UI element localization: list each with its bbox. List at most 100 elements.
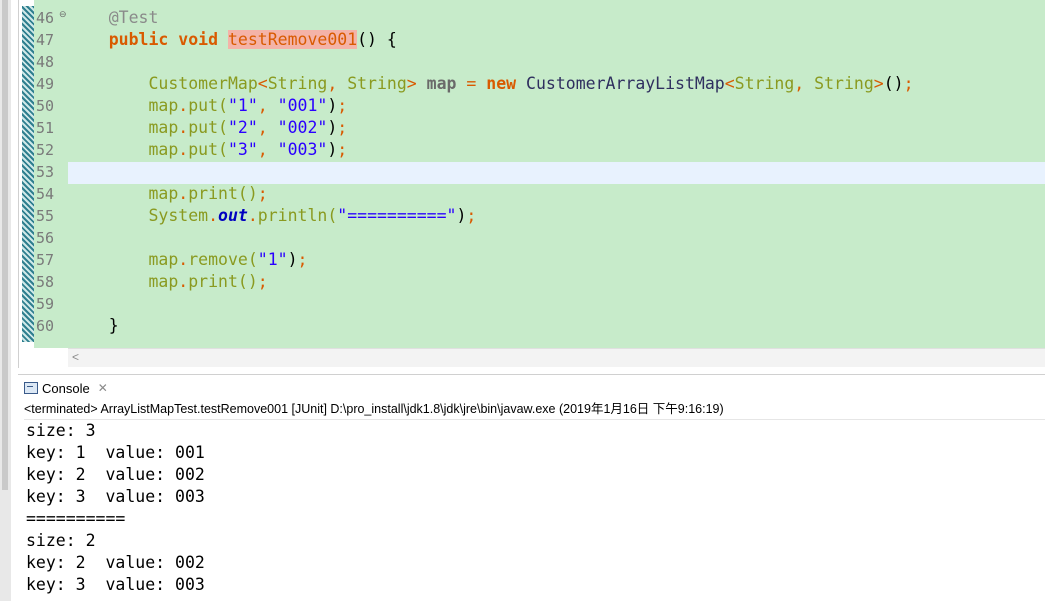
semicolon: ; — [337, 96, 348, 115]
console-output[interactable]: size: 3 key: 1 value: 001 key: 2 value: … — [24, 419, 1045, 602]
outer-scrollbar-thumb[interactable] — [2, 0, 8, 490]
line-number: 59 — [36, 295, 55, 313]
code-line-47: public void testRemove001() { — [69, 29, 397, 51]
semicolon: ; — [466, 206, 477, 225]
type-name: String — [347, 74, 407, 93]
type-name: String — [814, 74, 874, 93]
operator: . — [178, 184, 189, 203]
line-number: 55 — [36, 207, 55, 225]
code-line-58: map.print(); — [69, 271, 268, 293]
tab-console[interactable]: Console ✕ — [24, 378, 108, 398]
line-number: 53 — [36, 163, 55, 181]
method-call: println( — [257, 206, 338, 225]
string-literal: "002" — [277, 118, 328, 137]
operator: . — [208, 206, 219, 225]
line-number: 51 — [36, 119, 55, 137]
string-literal: "001" — [277, 96, 328, 115]
operator: , — [327, 74, 338, 93]
type-name: String — [267, 74, 328, 93]
semicolon: ; — [257, 184, 268, 203]
console-output-line: key: 1 value: 001 — [26, 443, 205, 462]
method-name: testRemove001 — [227, 30, 358, 49]
keyword-public: public — [108, 30, 169, 49]
scroll-left-icon[interactable]: < — [72, 350, 79, 364]
code-line-54: map.print(); — [69, 183, 268, 205]
method-call: print() — [188, 184, 258, 203]
line-number: 57 — [36, 251, 55, 269]
operator: < — [257, 74, 268, 93]
method-call: remove( — [188, 250, 258, 269]
method-call: put( — [188, 96, 228, 115]
code-line-46: @Test — [69, 7, 159, 29]
paren: ) — [327, 96, 338, 115]
operator: . — [178, 118, 189, 137]
annotation: @Test — [108, 8, 159, 27]
method-signature-rest: () { — [357, 30, 397, 49]
operator: = — [466, 74, 477, 93]
object-ref: map — [148, 272, 179, 291]
code-line-60: } — [69, 315, 119, 337]
string-literal: "3" — [227, 140, 258, 159]
outer-scrollbar[interactable] — [0, 0, 11, 601]
operator: . — [178, 250, 189, 269]
line-number: 54 — [36, 185, 55, 203]
string-literal: "2" — [227, 118, 258, 137]
type-name: String — [734, 74, 795, 93]
fold-icon[interactable]: ⊖ — [59, 9, 67, 20]
console-icon — [24, 382, 38, 394]
operator: . — [178, 272, 189, 291]
class-name: CustomerArrayListMap — [526, 74, 725, 93]
object-ref: map — [148, 96, 179, 115]
operator: . — [178, 96, 189, 115]
operator: , — [257, 118, 268, 137]
semicolon: ; — [903, 74, 914, 93]
close-icon[interactable]: ✕ — [98, 381, 108, 395]
console-view-header: Console ✕ — [18, 374, 1045, 399]
line-number: 47 — [36, 31, 55, 49]
line-number: 56 — [36, 229, 55, 247]
object-ref: map — [148, 250, 179, 269]
console-output-line: ========== — [26, 509, 126, 528]
operator: < — [724, 74, 735, 93]
console-output-line: size: 2 — [26, 531, 96, 550]
static-field: out — [218, 206, 248, 225]
operator: , — [257, 140, 268, 159]
line-number: 52 — [36, 141, 55, 159]
parentheses: () — [883, 74, 904, 93]
method-call: put( — [188, 140, 228, 159]
method-call: print() — [188, 272, 258, 291]
line-number: 60 — [36, 317, 55, 335]
console-output-line: key: 3 value: 003 — [26, 487, 205, 506]
line-number: 48 — [36, 53, 55, 71]
code-line-51: map.put("2", "002"); — [69, 117, 347, 139]
string-literal: "003" — [277, 140, 328, 159]
variable-name: map — [426, 74, 457, 93]
semicolon: ; — [257, 272, 268, 291]
console-output-line: key: 3 value: 003 — [26, 575, 205, 594]
console-description: <terminated> ArrayListMapTest.testRemove… — [24, 402, 724, 416]
code-line-49: CustomerMap<String, String> map = new Cu… — [69, 73, 914, 95]
code-line-55: System.out.println("=========="); — [69, 205, 476, 227]
object-ref: System — [148, 206, 209, 225]
method-call: put( — [188, 118, 228, 137]
console-tab-label: Console — [42, 380, 90, 396]
object-ref: map — [148, 118, 179, 137]
code-line-57: map.remove("1"); — [69, 249, 307, 271]
operator: , — [794, 74, 805, 93]
operator: . — [247, 206, 258, 225]
code-line-52: map.put("3", "003"); — [69, 139, 347, 161]
line-number: 49 — [36, 75, 55, 93]
string-literal: "1" — [257, 250, 288, 269]
code-line-50: map.put("1", "001"); — [69, 95, 347, 117]
line-number: 58 — [36, 273, 55, 291]
string-literal: "==========" — [337, 206, 457, 225]
operator: , — [257, 96, 268, 115]
line-number-ruler: 46 ⊖ 47 48 49 50 51 52 53 54 55 56 57 58… — [36, 0, 68, 348]
keyword-void: void — [178, 30, 219, 49]
paren: ) — [327, 118, 338, 137]
semicolon: ; — [337, 118, 348, 137]
string-literal: "1" — [227, 96, 258, 115]
keyword-new: new — [486, 74, 517, 93]
semicolon: ; — [337, 140, 348, 159]
editor-horizontal-scrollbar[interactable]: < — [68, 348, 1045, 367]
